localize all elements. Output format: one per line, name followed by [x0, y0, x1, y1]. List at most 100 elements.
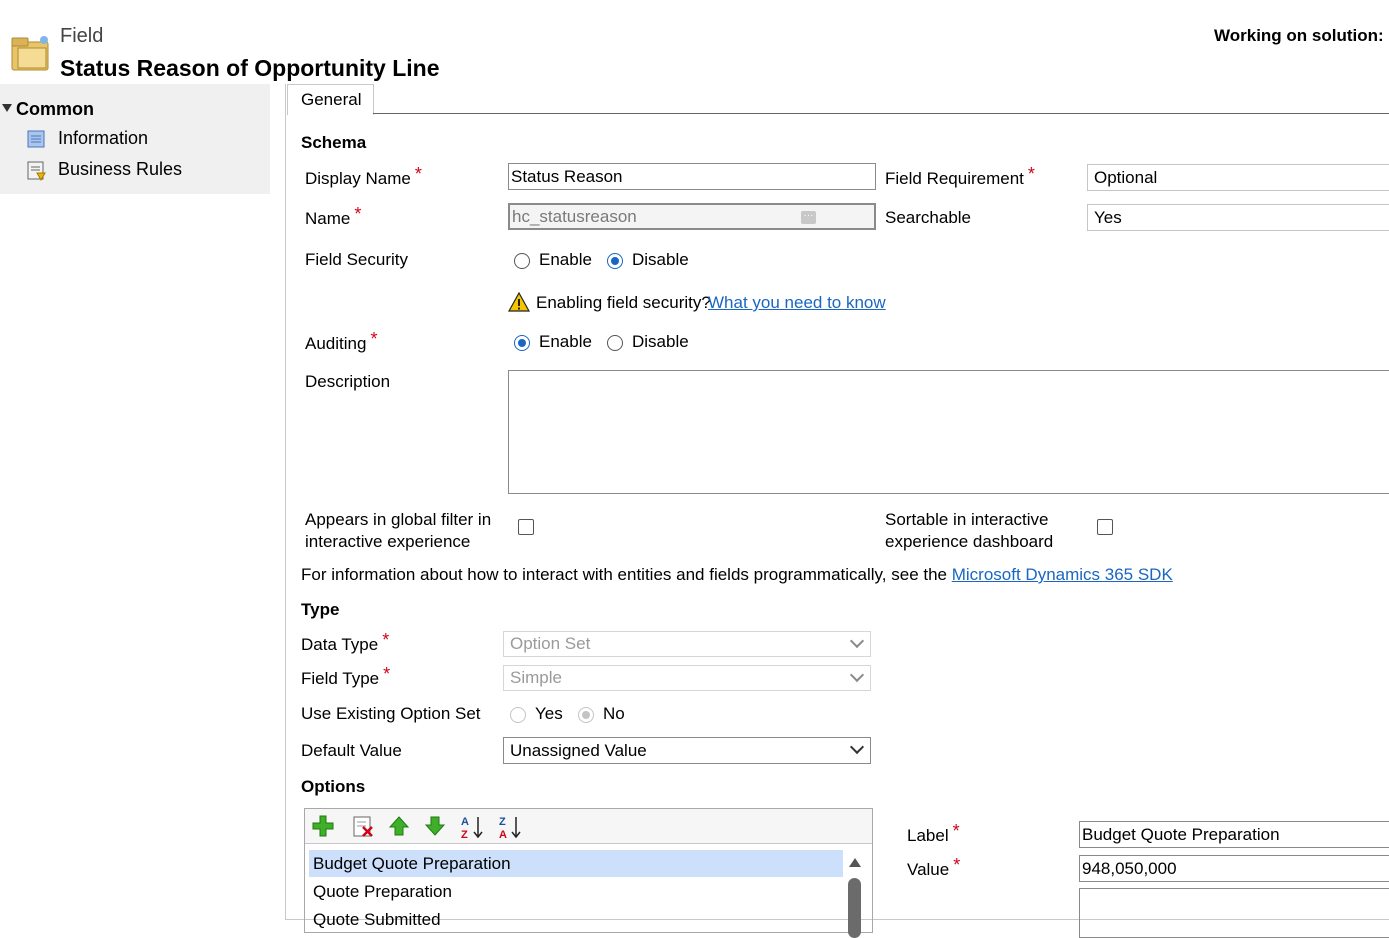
default-value-select[interactable]: Unassigned Value [503, 737, 871, 764]
more-icon: ··· [801, 211, 816, 224]
field-security-enable-label: Enable [539, 250, 592, 269]
searchable-label: Searchable [885, 208, 972, 227]
sdk-note: For information about how to interact wi… [301, 565, 1173, 585]
option-label-input[interactable]: Budget Quote Preparation [1079, 821, 1389, 848]
description-label: Description [305, 372, 391, 391]
tab-general-label: General [301, 90, 362, 109]
auditing-disable-label: Disable [632, 332, 689, 351]
sort-descending-icon[interactable]: ZA [498, 814, 522, 841]
sortable-label-line1: Sortable in interactive [885, 510, 1049, 529]
data-type-value: Option Set [510, 634, 591, 653]
auditing-enable-label: Enable [539, 332, 592, 351]
move-up-icon[interactable] [387, 814, 411, 838]
sortable-label-line2: experience dashboard [885, 532, 1054, 551]
auditing-label-text: Auditing [305, 334, 367, 353]
auditing-label: Auditing * [305, 329, 377, 354]
sortable-label: Sortable in interactive experience dashb… [885, 509, 1053, 553]
page-title: Status Reason of Opportunity Line [60, 55, 440, 81]
field-security-disable-radio[interactable] [607, 253, 623, 269]
list-item[interactable]: Budget Quote Preparation [309, 850, 843, 877]
move-down-icon[interactable] [423, 814, 447, 838]
sidebar-item-information[interactable]: Information [26, 127, 266, 151]
svg-text:A: A [499, 829, 507, 840]
searchable-select[interactable]: Yes [1087, 204, 1389, 231]
warning-icon [507, 291, 531, 312]
scroll-up-arrow-icon[interactable] [849, 858, 861, 867]
tab-general[interactable]: General [287, 84, 374, 115]
required-marker: * [953, 855, 961, 875]
field-security-disable-label: Disable [632, 250, 689, 269]
global-filter-label-line2: interactive experience [305, 532, 471, 551]
list-item[interactable]: Quote Preparation [309, 878, 843, 905]
collapse-triangle-icon[interactable] [2, 104, 12, 112]
sortable-checkbox[interactable] [1097, 519, 1113, 535]
auditing-disable-radio[interactable] [607, 335, 623, 351]
display-name-input[interactable]: Status Reason [508, 163, 876, 190]
use-existing-yes-radio [510, 707, 526, 723]
option-value-input[interactable]: 948,050,000 [1079, 855, 1389, 882]
default-value-label: Default Value [301, 741, 402, 760]
field-entity-icon [8, 30, 52, 74]
option-label-label: Label * [907, 821, 960, 846]
options-list-panel: AZ ZA Budget Quote Preparation Quote Pre… [304, 808, 873, 938]
display-name-label-text: Display Name [305, 169, 411, 188]
field-requirement-select[interactable]: Optional [1087, 164, 1389, 191]
scrollbar[interactable] [845, 850, 865, 938]
svg-text:Z: Z [499, 816, 506, 828]
what-you-need-to-know-link[interactable]: What you need to know [708, 293, 886, 313]
field-type-select: Simple [503, 665, 871, 691]
use-existing-label: Use Existing Option Set [301, 704, 481, 723]
data-type-label-text: Data Type [301, 635, 379, 654]
solution-label: Working on solution: D [1214, 26, 1389, 45]
required-marker: * [382, 630, 390, 650]
sdk-note-text: For information about how to interact wi… [301, 565, 947, 584]
use-existing-no-label: No [603, 704, 625, 723]
description-textarea[interactable] [508, 370, 1389, 494]
add-icon[interactable] [311, 814, 335, 838]
option-value-label-text: Value [907, 860, 950, 879]
field-type-label-text: Field Type [301, 669, 380, 688]
sidebar-item-business-rules[interactable]: Business Rules [26, 158, 266, 182]
required-marker: * [1027, 164, 1035, 184]
sidebar-group-common[interactable]: Common [16, 99, 94, 120]
field-requirement-label: Field Requirement * [885, 164, 1035, 189]
field-type-value: Simple [510, 668, 562, 687]
auditing-enable-radio[interactable] [514, 335, 530, 351]
field-security-label: Field Security [305, 250, 408, 269]
scrollbar-thumb[interactable] [848, 878, 861, 938]
option-description-input[interactable] [1079, 888, 1389, 938]
security-warning-text: Enabling field security? [536, 293, 711, 312]
sdk-link[interactable]: Microsoft Dynamics 365 SDK [952, 565, 1173, 584]
option-label-label-text: Label [907, 826, 949, 845]
name-value: hc_statusreason [512, 207, 637, 226]
list-item[interactable]: Quote Submitted [309, 906, 843, 933]
use-existing-yes-label: Yes [535, 704, 563, 723]
option-item-label: Budget Quote Preparation [313, 854, 511, 873]
required-marker: * [383, 664, 391, 684]
global-filter-checkbox[interactable] [518, 519, 534, 535]
options-toolbar: AZ ZA [305, 809, 872, 844]
sort-ascending-icon[interactable]: AZ [460, 814, 484, 841]
required-marker: * [952, 821, 960, 841]
field-requirement-label-text: Field Requirement [885, 169, 1024, 188]
entity-label: Field [60, 25, 104, 47]
data-type-label: Data Type * [301, 630, 389, 655]
global-filter-label: Appears in global filter in interactive … [305, 509, 491, 553]
delete-icon[interactable] [351, 814, 375, 838]
field-type-label: Field Type * [301, 664, 390, 689]
business-rules-icon [26, 160, 48, 182]
required-marker: * [354, 204, 362, 224]
option-item-label: Quote Preparation [313, 882, 452, 901]
svg-text:Z: Z [461, 829, 468, 840]
type-section-title: Type [301, 600, 340, 619]
svg-text:A: A [461, 816, 469, 828]
schema-section-title: Schema [301, 133, 367, 152]
information-icon [26, 129, 46, 149]
name-input: hc_statusreason [508, 203, 876, 230]
default-value-value: Unassigned Value [510, 741, 647, 760]
option-item-label: Quote Submitted [313, 910, 441, 929]
name-label: Name * [305, 204, 361, 229]
option-value-label: Value * [907, 855, 960, 880]
field-security-enable-radio[interactable] [514, 253, 530, 269]
required-marker: * [414, 164, 422, 184]
